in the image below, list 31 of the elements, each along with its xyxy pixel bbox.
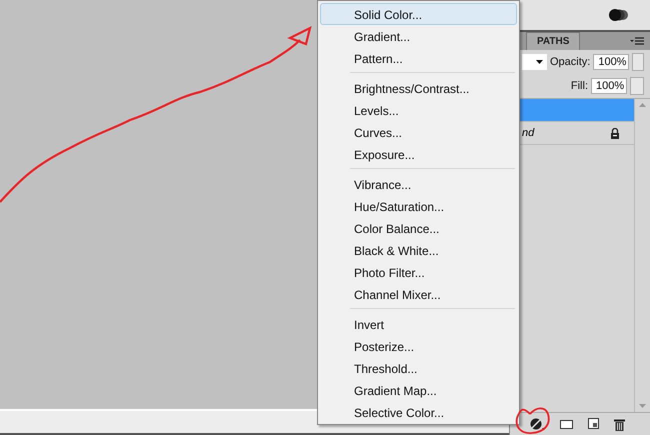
blend-mode-dropdown[interactable] <box>522 54 547 70</box>
fill-field[interactable]: 100% <box>591 78 627 94</box>
menu-item[interactable]: Color Balance... <box>320 217 517 239</box>
caret-icon <box>536 60 543 64</box>
menu-item[interactable]: Photo Filter... <box>320 261 517 283</box>
menu-item[interactable]: Levels... <box>320 99 517 121</box>
menu-item[interactable]: Gradient... <box>320 25 517 47</box>
opacity-field[interactable]: 100% <box>593 54 630 70</box>
adjustment-layer-icon[interactable] <box>530 417 546 431</box>
fill-label: Fill: <box>570 80 588 92</box>
folder-icon[interactable] <box>560 418 574 430</box>
circles-icon[interactable] <box>608 7 630 23</box>
panel-menu-icon[interactable] <box>630 37 644 45</box>
circle-annotation <box>516 407 550 434</box>
trash-icon[interactable] <box>614 418 625 430</box>
menu-item[interactable]: Channel Mixer... <box>320 283 517 305</box>
menu-item[interactable]: Vibrance... <box>320 173 517 195</box>
menu-item[interactable]: Exposure... <box>320 143 517 165</box>
new-layer-icon[interactable] <box>588 418 600 430</box>
menu-item[interactable]: Posterize... <box>320 335 517 357</box>
menu-item[interactable]: Pattern... <box>320 47 517 69</box>
menu-item[interactable]: Hue/Saturation... <box>320 195 517 217</box>
panel-tab[interactable]: PATHS <box>526 32 580 50</box>
menu-item[interactable]: Black & White... <box>320 239 517 261</box>
menu-item[interactable]: Threshold... <box>320 357 517 379</box>
menu-item[interactable]: Solid Color... <box>320 3 517 25</box>
menu-item[interactable]: Gradient Map... <box>320 379 517 401</box>
menu-item[interactable]: Brightness/Contrast... <box>320 77 517 99</box>
menu-item[interactable]: Selective Color... <box>320 401 517 423</box>
menu-item[interactable]: Invert <box>320 313 517 335</box>
opacity-label: Opacity: <box>550 56 590 68</box>
